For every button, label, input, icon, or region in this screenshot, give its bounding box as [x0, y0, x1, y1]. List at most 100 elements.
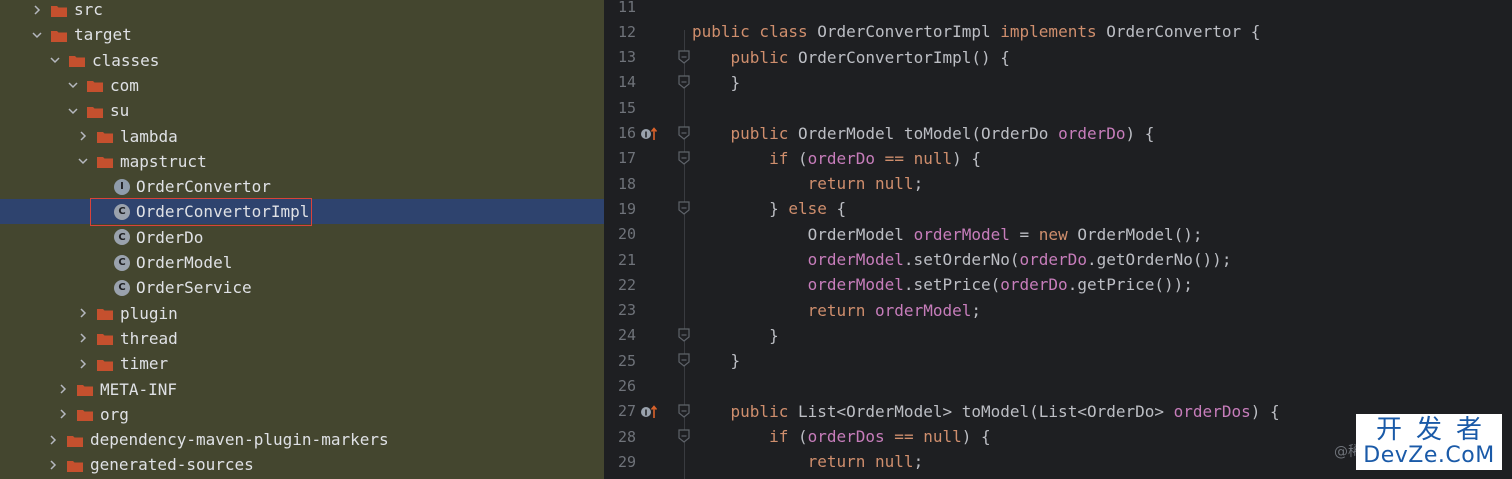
tree-item-thread[interactable]: thread — [0, 326, 604, 351]
chevron-right-icon[interactable] — [46, 458, 60, 472]
interface-class-icon: I — [114, 178, 130, 195]
code-token: OrderModel(); — [1077, 224, 1203, 244]
project-tree[interactable]: src target classes com su lambda mapstruct I Ord… — [0, 0, 604, 479]
code-line-24[interactable]: 24 } — [604, 323, 1512, 348]
code-line-15[interactable]: 15 — [604, 95, 1512, 120]
code-line-18[interactable]: 18 return null; — [604, 171, 1512, 196]
code-token: if — [769, 427, 798, 447]
tree-item-plugin[interactable]: plugin — [0, 301, 604, 326]
code-line-23[interactable]: 23 return orderModel; — [604, 298, 1512, 323]
tree-item-label: META-INF — [100, 379, 178, 399]
tree-item-timer[interactable]: timer — [0, 351, 604, 376]
code-token: } — [692, 199, 789, 219]
code-token: public class — [692, 22, 818, 42]
fold-icon[interactable] — [677, 327, 691, 343]
chevron-right-icon[interactable] — [56, 407, 70, 421]
tree-item-com[interactable]: com — [0, 73, 604, 98]
code-token: if — [769, 148, 798, 168]
chevron-down-icon[interactable] — [76, 154, 90, 168]
tree-item-orderconvertor[interactable]: I OrderConvertor — [0, 174, 604, 199]
implements-marker-icon[interactable]: I — [640, 125, 658, 143]
fold-icon[interactable] — [677, 403, 691, 419]
code-token: orderModel — [807, 250, 904, 269]
tree-item-su[interactable]: su — [0, 98, 604, 123]
code-line-14[interactable]: 14 } — [604, 70, 1512, 95]
tree-item-lambda[interactable]: lambda — [0, 124, 604, 149]
chevron-down-icon[interactable] — [66, 104, 80, 118]
tree-item-target[interactable]: target — [0, 22, 604, 47]
chevron-down-icon[interactable] — [30, 28, 44, 42]
chevron-right-icon[interactable] — [76, 306, 90, 320]
line-number: 18 — [617, 174, 636, 193]
tree-item-label: OrderService — [136, 278, 252, 298]
chevron-right-icon[interactable] — [30, 3, 44, 17]
code-token: OrderConvertorImpl — [817, 22, 1001, 42]
class-file-icon: C — [114, 254, 130, 271]
chevron-right-icon[interactable] — [76, 357, 90, 371]
folder-icon — [86, 78, 104, 93]
tree-item-orderdo[interactable]: C OrderDo — [0, 225, 604, 250]
line-number: 19 — [617, 199, 636, 218]
tree-item-src[interactable]: src — [0, 0, 604, 22]
code-text: OrderModel orderModel = new OrderModel()… — [692, 225, 1203, 244]
code-token: .setOrderNo( — [903, 250, 1020, 269]
fold-icon[interactable] — [677, 125, 691, 141]
code-token: ) { — [952, 148, 982, 168]
code-text: public OrderConvertorImpl() { — [692, 48, 1010, 67]
tree-item-meta-inf[interactable]: META-INF — [0, 377, 604, 402]
line-number: 28 — [617, 427, 636, 446]
fold-icon[interactable] — [677, 49, 691, 65]
code-token: return null — [807, 452, 914, 472]
tree-item-generated-sources[interactable]: generated-sources — [0, 452, 604, 477]
tree-item-org[interactable]: org — [0, 402, 604, 427]
chevron-right-icon[interactable] — [46, 433, 60, 447]
code-line-13[interactable]: 13 public OrderConvertorImpl() { — [604, 45, 1512, 70]
fold-icon[interactable] — [677, 200, 691, 216]
folder-icon — [66, 433, 84, 447]
fold-icon[interactable] — [677, 428, 691, 444]
code-line-16[interactable]: 16 I public OrderModel toModel(OrderDo or… — [604, 121, 1512, 146]
tree-item-classes[interactable]: classes — [0, 48, 604, 73]
code-line-11[interactable]: 11 — [604, 0, 1512, 19]
fold-icon[interactable] — [677, 150, 691, 166]
chevron-down-icon[interactable] — [66, 78, 80, 92]
code-text: return orderModel; — [692, 301, 981, 320]
chevron-right-icon[interactable] — [76, 129, 90, 143]
code-token: orderModel — [913, 224, 1010, 244]
tree-item-ordermodel[interactable]: C OrderModel — [0, 250, 604, 275]
chevron-right-icon[interactable] — [76, 331, 90, 345]
code-line-17[interactable]: 17 if (orderDo == null) { — [604, 146, 1512, 171]
line-number: 25 — [617, 351, 636, 370]
code-line-22[interactable]: 22 orderModel.setPrice(orderDo.getPrice(… — [604, 272, 1512, 297]
code-line-25[interactable]: 25 } — [604, 348, 1512, 373]
code-line-21[interactable]: 21 orderModel.setOrderNo(orderDo.getOrde… — [604, 247, 1512, 272]
tree-item-label: target — [74, 25, 132, 45]
code-line-20[interactable]: 20 OrderModel orderModel = new OrderMode… — [604, 222, 1512, 247]
class-file-icon: C — [114, 279, 130, 296]
tree-item-orderservice[interactable]: C OrderService — [0, 275, 604, 300]
code-text: } — [692, 73, 741, 92]
fold-icon[interactable] — [677, 352, 691, 368]
code-line-19[interactable]: 19 } else { — [604, 196, 1512, 221]
tree-item-mapstruct[interactable]: mapstruct — [0, 149, 604, 174]
watermark-title: 开发者 — [1375, 415, 1496, 445]
code-editor[interactable]: 11 12 public class OrderConvertorImpl impl… — [604, 0, 1512, 479]
code-line-30[interactable]: 30 } else { — [604, 475, 1512, 479]
implements-marker-icon[interactable]: I — [640, 403, 658, 421]
code-line-12[interactable]: 12 public class OrderConvertorImpl implem… — [604, 19, 1512, 44]
fold-icon[interactable] — [677, 74, 691, 90]
chevron-right-icon[interactable] — [56, 382, 70, 396]
code-line-26[interactable]: 26 — [604, 374, 1512, 399]
code-token: orderDos — [1173, 401, 1251, 421]
code-token: ; — [913, 452, 924, 472]
tree-item-dependency-maven-plugin-markers[interactable]: dependency-maven-plugin-markers — [0, 427, 604, 452]
code-token: return — [807, 300, 876, 320]
chevron-down-icon[interactable] — [48, 53, 62, 67]
code-text: public List<OrderModel> toModel(List<Ord… — [692, 402, 1280, 421]
ide-window: src target classes com su lambda mapstruct I Ord… — [0, 0, 1512, 479]
